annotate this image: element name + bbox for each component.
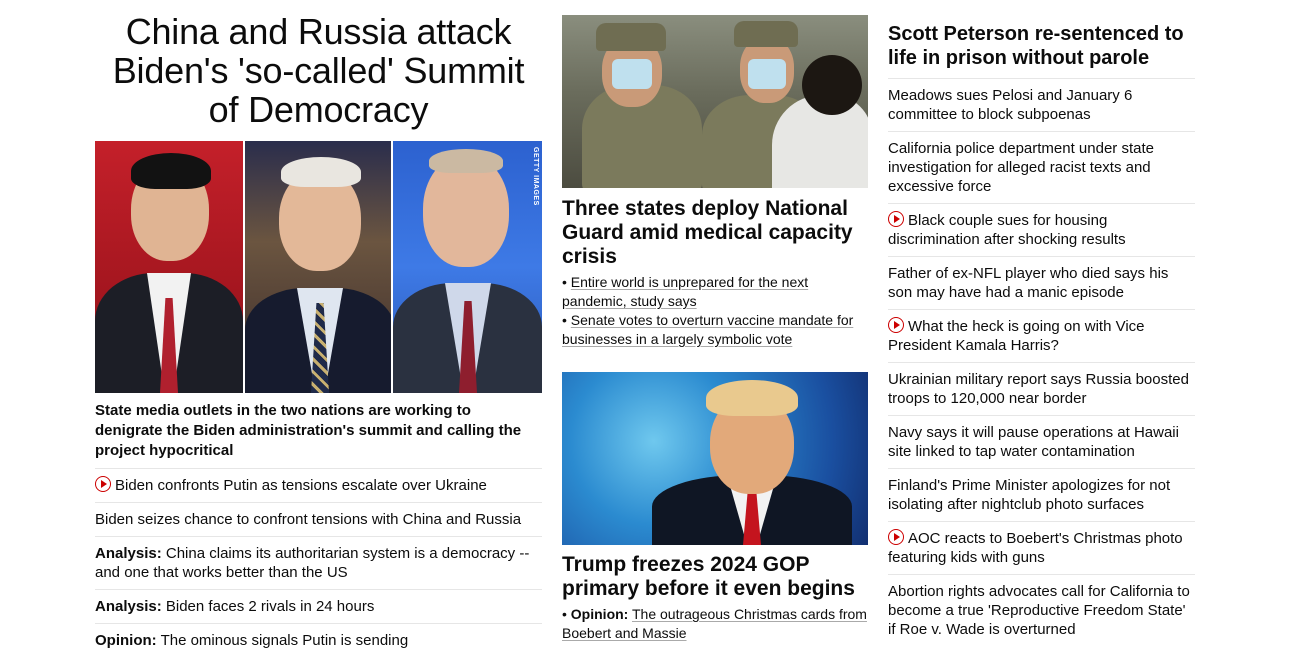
face-mask bbox=[612, 59, 652, 89]
link-text[interactable]: Biden confronts Putin as tensions escala… bbox=[115, 477, 487, 494]
story-headline[interactable]: Three states deploy National Guard amid … bbox=[562, 197, 868, 269]
link-label: Opinion: bbox=[570, 606, 629, 622]
link-text[interactable]: Navy says it will pause operations at Ha… bbox=[888, 424, 1179, 460]
civilian-hair bbox=[802, 55, 862, 115]
list-item[interactable]: Meadows sues Pelosi and January 6 commit… bbox=[888, 79, 1195, 132]
lead-story: China and Russia attack Biden's 'so-call… bbox=[95, 12, 542, 657]
soldier-cap bbox=[596, 23, 666, 51]
lead-image-panel-putin: GETTY IMAGES bbox=[393, 141, 542, 393]
right-column: Scott Peterson re-sentenced to life in p… bbox=[888, 22, 1195, 646]
list-item[interactable]: Analysis: Biden faces 2 rivals in 24 hou… bbox=[95, 590, 542, 624]
link-label: Opinion: bbox=[95, 632, 157, 649]
middle-column: Three states deploy National Guard amid … bbox=[562, 15, 868, 643]
list-item[interactable]: AOC reacts to Boebert's Christmas photo … bbox=[888, 522, 1195, 575]
link-text[interactable]: AOC reacts to Boebert's Christmas photo … bbox=[888, 530, 1183, 566]
lead-headline[interactable]: China and Russia attack Biden's 'so-call… bbox=[95, 12, 542, 129]
figure-hair bbox=[131, 153, 211, 189]
list-item[interactable]: Biden confronts Putin as tensions escala… bbox=[95, 469, 542, 503]
figure-hair bbox=[281, 157, 361, 187]
story-related-links: • Entire world is unprepared for the nex… bbox=[562, 273, 868, 349]
link-text[interactable]: What the heck is going on with Vice Pres… bbox=[888, 318, 1145, 354]
list-item[interactable]: Father of ex-NFL player who died says hi… bbox=[888, 257, 1195, 310]
story-related-links: • Opinion: The outrageous Christmas card… bbox=[562, 605, 868, 643]
link-text[interactable]: Meadows sues Pelosi and January 6 commit… bbox=[888, 87, 1132, 123]
bullet: • bbox=[562, 274, 567, 290]
link-label: Analysis: bbox=[95, 545, 162, 562]
link-text[interactable]: Biden seizes chance to confront tensions… bbox=[95, 511, 521, 528]
bullet: • bbox=[562, 312, 567, 328]
lead-image[interactable]: GETTY IMAGES bbox=[95, 141, 542, 393]
list-item[interactable]: What the heck is going on with Vice Pres… bbox=[888, 310, 1195, 363]
figure-hair bbox=[706, 380, 798, 416]
lead-dek[interactable]: State media outlets in the two nations a… bbox=[95, 401, 542, 469]
link-text[interactable]: Entire world is unprepared for the next … bbox=[562, 274, 808, 309]
link-text[interactable]: Black couple sues for housing discrimina… bbox=[888, 212, 1126, 248]
link-text[interactable]: Biden faces 2 rivals in 24 hours bbox=[166, 598, 374, 615]
story-headline[interactable]: Scott Peterson re-sentenced to life in p… bbox=[888, 22, 1195, 79]
play-icon bbox=[888, 317, 904, 333]
link-text[interactable]: The ominous signals Putin is sending bbox=[161, 632, 409, 649]
list-item[interactable]: Abortion rights advocates call for Calif… bbox=[888, 575, 1195, 646]
list-item[interactable]: • Senate votes to overturn vaccine manda… bbox=[562, 311, 868, 349]
link-text[interactable]: Ukrainian military report says Russia bo… bbox=[888, 371, 1189, 407]
list-item[interactable]: • Opinion: The outrageous Christmas card… bbox=[562, 605, 868, 643]
link-text[interactable]: Abortion rights advocates call for Calif… bbox=[888, 583, 1190, 638]
trump-image[interactable] bbox=[562, 372, 868, 545]
list-item[interactable]: Black couple sues for housing discrimina… bbox=[888, 204, 1195, 257]
link-text[interactable]: Senate votes to overturn vaccine mandate… bbox=[562, 312, 853, 347]
national-guard-image[interactable] bbox=[562, 15, 868, 188]
list-item[interactable]: Biden seizes chance to confront tensions… bbox=[95, 503, 542, 537]
story-headline[interactable]: Trump freezes 2024 GOP primary before it… bbox=[562, 553, 868, 601]
list-item[interactable]: Ukrainian military report says Russia bo… bbox=[888, 363, 1195, 416]
figure-hair bbox=[429, 149, 503, 173]
list-item[interactable]: Analysis: China claims its authoritarian… bbox=[95, 537, 542, 590]
lead-image-panel-biden bbox=[243, 141, 393, 393]
lead-related-links: Biden confronts Putin as tensions escala… bbox=[95, 469, 542, 657]
headline-list: Meadows sues Pelosi and January 6 commit… bbox=[888, 79, 1195, 646]
link-text[interactable]: California police department under state… bbox=[888, 140, 1154, 195]
list-item[interactable]: • Entire world is unprepared for the nex… bbox=[562, 273, 868, 311]
list-item[interactable]: California police department under state… bbox=[888, 132, 1195, 204]
link-label: Analysis: bbox=[95, 598, 162, 615]
image-credit: GETTY IMAGES bbox=[532, 147, 539, 206]
play-icon bbox=[95, 476, 111, 492]
lead-image-panel-xi bbox=[95, 141, 243, 393]
link-text[interactable]: Finland's Prime Minister apologizes for … bbox=[888, 477, 1170, 513]
list-item[interactable]: Finland's Prime Minister apologizes for … bbox=[888, 469, 1195, 522]
list-item[interactable]: Navy says it will pause operations at Ha… bbox=[888, 416, 1195, 469]
face-mask bbox=[748, 59, 786, 89]
list-item[interactable]: Opinion: The ominous signals Putin is se… bbox=[95, 624, 542, 657]
bullet: • bbox=[562, 606, 567, 622]
soldier-cap bbox=[734, 21, 798, 47]
play-icon bbox=[888, 211, 904, 227]
play-icon bbox=[888, 529, 904, 545]
link-text[interactable]: Father of ex-NFL player who died says hi… bbox=[888, 265, 1168, 301]
